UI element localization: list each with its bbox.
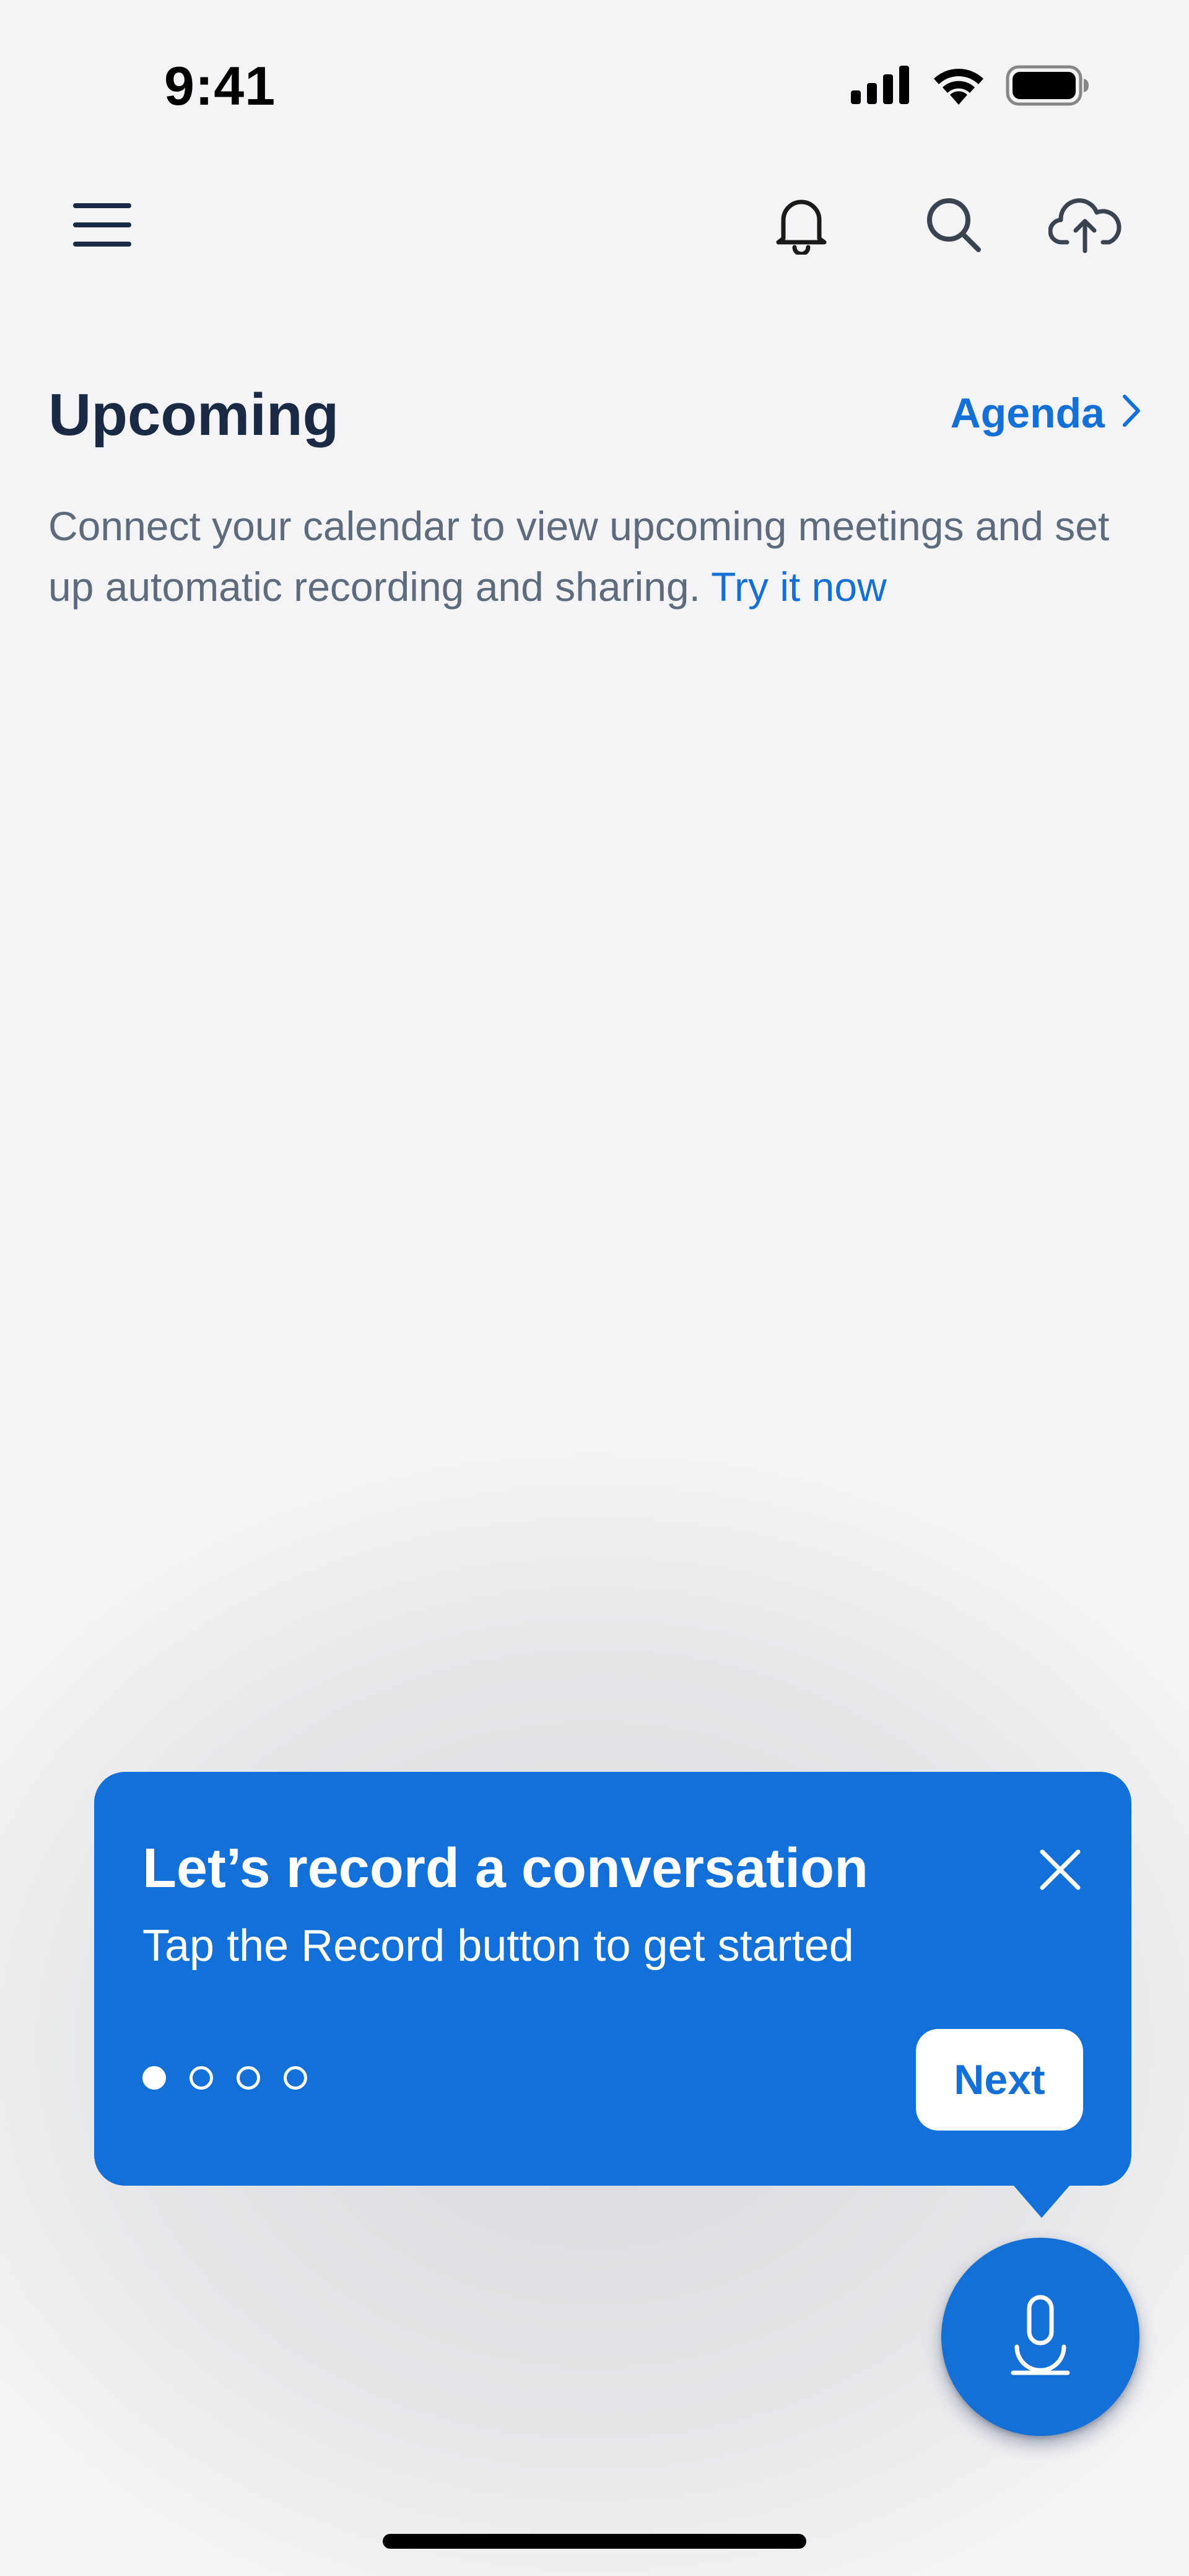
tooltip-pointer [1009, 2181, 1074, 2218]
step-dot-4 [284, 2066, 307, 2090]
app-screen: 9:41 Upcoming Agenda Connect your calend… [0, 0, 1189, 2576]
try-it-now-link[interactable]: Try it now [711, 564, 887, 610]
agenda-link[interactable]: Agenda [951, 389, 1141, 437]
notifications-button[interactable] [764, 189, 838, 263]
tooltip-title: Let’s record a conversation [142, 1838, 869, 1899]
search-icon [925, 196, 982, 256]
battery-icon [1006, 65, 1090, 109]
agenda-label: Agenda [950, 390, 1105, 437]
home-indicator [383, 2534, 806, 2549]
cellular-signal-icon [850, 66, 912, 108]
chevron-right-icon [1122, 389, 1141, 437]
description-text: Connect your calendar to view upcoming m… [48, 503, 1110, 610]
wifi-icon [930, 65, 987, 109]
step-indicator [142, 2066, 307, 2090]
step-dot-3 [237, 2066, 260, 2090]
tooltip-subtitle: Tap the Record button to get started [142, 1921, 854, 1971]
step-dot-2 [189, 2066, 213, 2090]
next-button[interactable]: Next [916, 2029, 1083, 2131]
onboarding-tooltip: Let’s record a conversation Tap the Reco… [94, 1772, 1131, 2186]
bell-icon [773, 195, 829, 258]
status-time: 9:41 [164, 55, 276, 116]
upcoming-title: Upcoming [48, 382, 339, 448]
close-icon [1039, 1848, 1082, 1895]
microphone-icon [1009, 2293, 1071, 2381]
hamburger-menu-icon [73, 202, 131, 251]
cloud-upload-icon [1048, 195, 1121, 258]
step-dot-1 [142, 2066, 166, 2090]
tooltip-close-button[interactable] [1032, 1843, 1088, 1899]
status-icons [850, 65, 1090, 109]
record-button[interactable] [941, 2238, 1139, 2436]
calendar-connect-description: Connect your calendar to view upcoming m… [48, 496, 1151, 617]
search-button[interactable] [917, 189, 991, 263]
menu-button[interactable] [65, 189, 139, 263]
upload-button[interactable] [1048, 189, 1122, 263]
